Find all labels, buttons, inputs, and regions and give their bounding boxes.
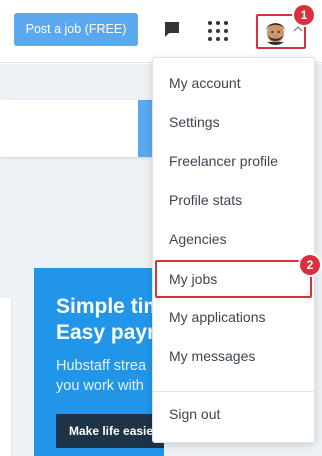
menu-item-sign-out[interactable]: Sign out [153, 395, 314, 433]
menu-item-my-applications[interactable]: My applications [153, 298, 314, 336]
search-bar[interactable] [0, 100, 160, 157]
promo-banner: Simple tim Easy paym Hubstaff strea you … [34, 268, 164, 456]
menu-item-agencies[interactable]: Agencies [153, 220, 314, 258]
menu-item-my-jobs[interactable]: My jobs [155, 260, 312, 298]
top-header: Post a job (FREE) [0, 0, 322, 63]
menu-item-profile-stats[interactable]: Profile stats [153, 181, 314, 219]
promo-text: Hubstaff strea you work with [56, 358, 147, 394]
menu-item-freelancer-profile[interactable]: Freelancer profile [153, 142, 314, 180]
account-dropdown-menu: My account Settings Freelancer profile P… [152, 57, 315, 443]
promo-cta-button[interactable]: Make life easie [56, 414, 164, 448]
menu-item-settings[interactable]: Settings [153, 103, 314, 141]
menu-item-my-account[interactable]: My account [153, 64, 314, 102]
chevron-up-icon [293, 25, 303, 32]
menu-divider [153, 391, 314, 392]
user-avatar [262, 18, 289, 45]
promo-title: Simple tim Easy paym [56, 295, 164, 344]
chat-bubble-icon[interactable] [163, 20, 181, 38]
post-job-button[interactable]: Post a job (FREE) [14, 13, 138, 46]
menu-item-my-messages[interactable]: My messages [153, 337, 314, 375]
content-card [0, 298, 12, 456]
step-marker-1: 1 [294, 5, 314, 25]
step-marker-2: 2 [300, 255, 320, 275]
grid-dots-icon[interactable] [208, 21, 228, 41]
